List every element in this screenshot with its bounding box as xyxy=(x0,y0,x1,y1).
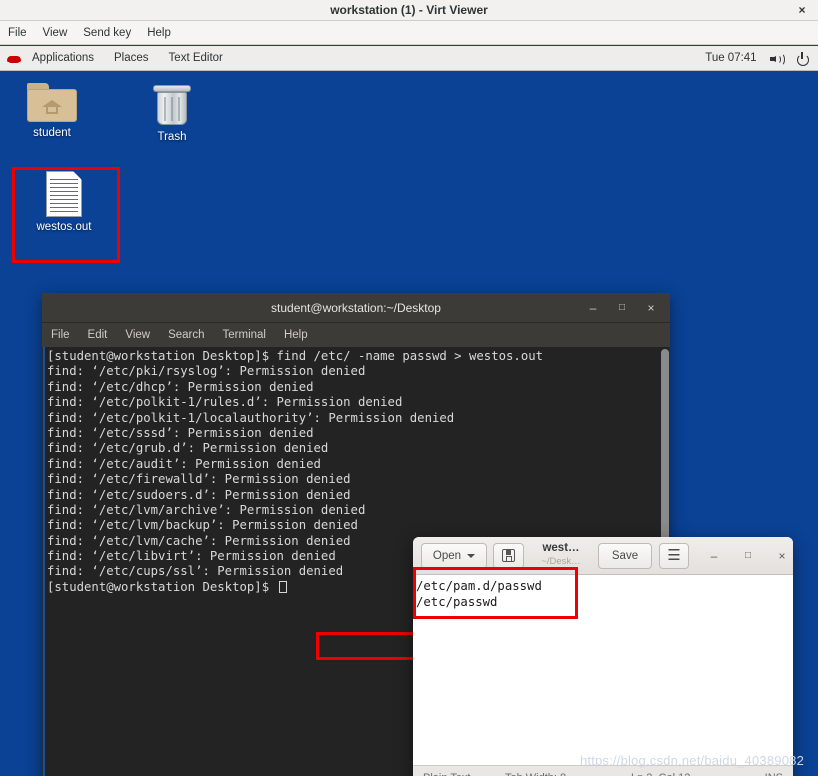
watermark-url: https://blog.csdn.net/baidu_40389082 xyxy=(579,753,804,768)
terminal-line: find: ‘/etc/grub.d’: Permission denied xyxy=(47,441,329,456)
desktop-icon-student[interactable]: student xyxy=(8,83,96,139)
terminal-maximize-button[interactable]: □ xyxy=(607,293,637,323)
volume-icon[interactable] xyxy=(769,52,785,66)
gnome-top-panel: Applications Places Text Editor Tue 07:4… xyxy=(0,46,818,71)
desktop-icon-label: westos.out xyxy=(36,221,92,233)
panel-clock[interactable]: Tue 07:41 xyxy=(705,46,756,71)
viewer-menubar: File View Send key Help xyxy=(0,21,818,45)
terminal-line: find: ‘/etc/polkit-1/localauthority’: Pe… xyxy=(47,410,455,425)
terminal-line: [student@workstation Desktop]$ find /etc… xyxy=(47,349,544,363)
terminal-cursor xyxy=(278,580,287,593)
desktop-icon-westos-out[interactable]: westos.out xyxy=(20,170,108,233)
gedit-line: /etc/pam.d/passwd xyxy=(416,579,542,593)
terminal-title: student@workstation:~/Desktop xyxy=(271,301,441,315)
gedit-open-button[interactable]: Open xyxy=(421,543,487,569)
terminal-line: find: ‘/etc/dhcp’: Permission denied xyxy=(47,379,314,394)
panel-item-places[interactable]: Places xyxy=(104,46,159,71)
terminal-menubar: File Edit View Search Terminal Help xyxy=(42,323,670,347)
panel-item-applications[interactable]: Applications xyxy=(22,46,104,71)
gedit-save-button[interactable]: Save xyxy=(598,543,652,569)
terminal-line: find: ‘/etc/sssd’: Permission denied xyxy=(47,425,314,440)
hamburger-menu-icon[interactable]: ☰ xyxy=(659,543,689,569)
desktop-icon-trash[interactable]: Trash xyxy=(128,83,216,143)
chevron-down-icon xyxy=(467,553,476,558)
text-file-icon xyxy=(46,170,83,217)
gedit-language-selector[interactable]: Plain Text xyxy=(423,766,484,776)
gedit-save-as-button[interactable] xyxy=(493,543,524,569)
viewer-menu-file[interactable]: File xyxy=(0,21,35,45)
gedit-tab-width-selector[interactable]: Tab Width: 8 xyxy=(505,766,579,776)
gedit-text-area[interactable]: /etc/pam.d/passwd/etc/passwd xyxy=(413,575,793,765)
power-icon[interactable] xyxy=(796,51,810,66)
terminal-menu-edit[interactable]: Edit xyxy=(79,323,117,347)
home-folder-icon xyxy=(27,83,77,123)
save-as-icon xyxy=(502,549,515,562)
gedit-title-area: west… ~/Desk… xyxy=(531,540,591,568)
terminal-line: find: ‘/etc/audit’: Permission denied xyxy=(47,456,321,471)
terminal-line: find: ‘/etc/sudoers.d’: Permission denie… xyxy=(47,487,351,502)
viewer-titlebar: workstation (1) - Virt Viewer × xyxy=(0,0,818,21)
gedit-open-label: Open xyxy=(432,550,462,562)
terminal-menu-view[interactable]: View xyxy=(116,323,159,347)
gedit-headerbar: Open west… ~/Desk… Save ☰ – □ × xyxy=(413,537,793,575)
viewer-close-button[interactable]: × xyxy=(792,0,812,21)
panel-item-text-editor[interactable]: Text Editor xyxy=(159,46,233,71)
gedit-document-content: /etc/pam.d/passwd/etc/passwd xyxy=(416,578,542,610)
trash-icon xyxy=(152,83,192,127)
gedit-close-button[interactable]: × xyxy=(769,543,795,569)
panel-status-area: Tue 07:41 xyxy=(705,46,818,71)
viewer-menu-help[interactable]: Help xyxy=(139,21,179,45)
terminal-line: find: ‘/etc/polkit-1/rules.d’: Permissio… xyxy=(47,395,403,410)
gedit-minimize-button[interactable]: – xyxy=(701,543,727,569)
gedit-language-label: Plain Text xyxy=(423,772,471,776)
gedit-line: /etc/passwd xyxy=(416,595,498,609)
gedit-document-path: ~/Desk… xyxy=(541,556,581,567)
terminal-line: find: ‘/etc/pki/rsyslog’: Permission den… xyxy=(47,364,366,379)
terminal-menu-file[interactable]: File xyxy=(42,323,79,347)
terminal-line: find: ‘/etc/lvm/backup’: Permission deni… xyxy=(47,518,358,533)
desktop-icon-label: student xyxy=(33,127,71,139)
terminal-menu-search[interactable]: Search xyxy=(159,323,213,347)
desktop-icon-label: Trash xyxy=(157,131,187,143)
viewer-menu-view[interactable]: View xyxy=(35,21,76,45)
redhat-icon xyxy=(7,52,21,65)
gedit-maximize-button[interactable]: □ xyxy=(735,543,761,569)
viewer-menu-sendkey[interactable]: Send key xyxy=(75,21,139,45)
desktop-area[interactable]: student Trash westos.out student@worksta… xyxy=(0,71,818,776)
terminal-titlebar: student@workstation:~/Desktop – □ × xyxy=(42,293,670,323)
terminal-line: find: ‘/etc/lvm/archive’: Permission den… xyxy=(47,502,366,517)
terminal-menu-help[interactable]: Help xyxy=(275,323,317,347)
terminal-line: find: ‘/etc/firewalld’: Permission denie… xyxy=(47,472,351,487)
terminal-minimize-button[interactable]: – xyxy=(578,293,608,323)
gedit-document-title: west… xyxy=(542,542,580,554)
viewer-window-title: workstation (1) - Virt Viewer xyxy=(330,3,488,17)
gedit-tab-width-label: Tab Width: 8 xyxy=(505,772,566,776)
terminal-close-button[interactable]: × xyxy=(636,293,666,323)
gedit-window[interactable]: Open west… ~/Desk… Save ☰ – □ × /etc/pam… xyxy=(413,537,793,776)
terminal-menu-terminal[interactable]: Terminal xyxy=(214,323,275,347)
